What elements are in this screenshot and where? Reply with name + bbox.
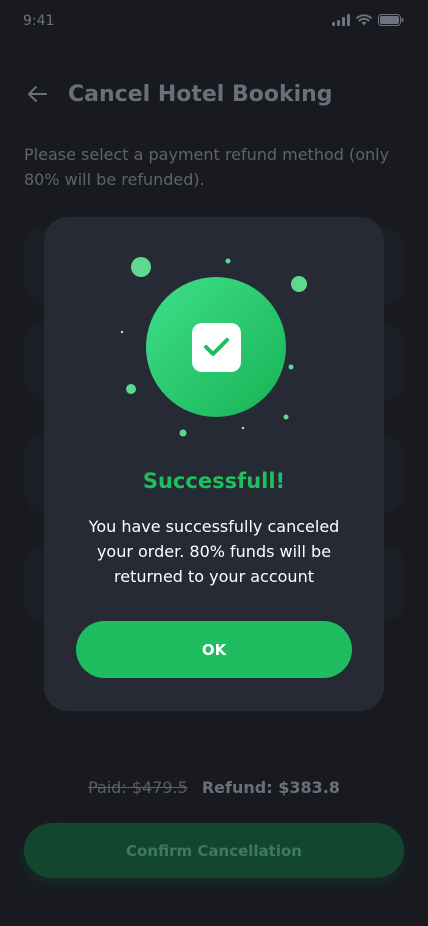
- confirm-cancellation-button[interactable]: Confirm Cancellation: [24, 823, 404, 878]
- status-bar: 9:41: [0, 0, 428, 44]
- refund-amount: Refund: $383.8: [201, 778, 340, 797]
- price-summary: Paid: $479.5 Refund: $383.8: [0, 778, 428, 797]
- battery-icon: [378, 14, 404, 26]
- success-title: Successfull!: [142, 469, 286, 493]
- status-icons: [332, 14, 404, 26]
- arrow-left-icon: [28, 86, 47, 102]
- success-message: You have successfully canceled your orde…: [88, 517, 340, 586]
- paid-amount: Paid: $479.5: [88, 778, 188, 797]
- ok-button[interactable]: OK: [76, 621, 352, 678]
- back-button[interactable]: [24, 80, 52, 108]
- status-time: 9:41: [23, 13, 55, 29]
- header: Cancel Hotel Booking: [24, 74, 404, 114]
- success-modal: Successfull! You have successfully cance…: [44, 217, 384, 711]
- success-illustration: [120, 257, 307, 437]
- signal-icon: [332, 14, 350, 26]
- refund-instruction: Please select a payment refund method (o…: [24, 145, 390, 189]
- page-title: Cancel Hotel Booking: [68, 81, 333, 107]
- wifi-icon: [356, 14, 372, 26]
